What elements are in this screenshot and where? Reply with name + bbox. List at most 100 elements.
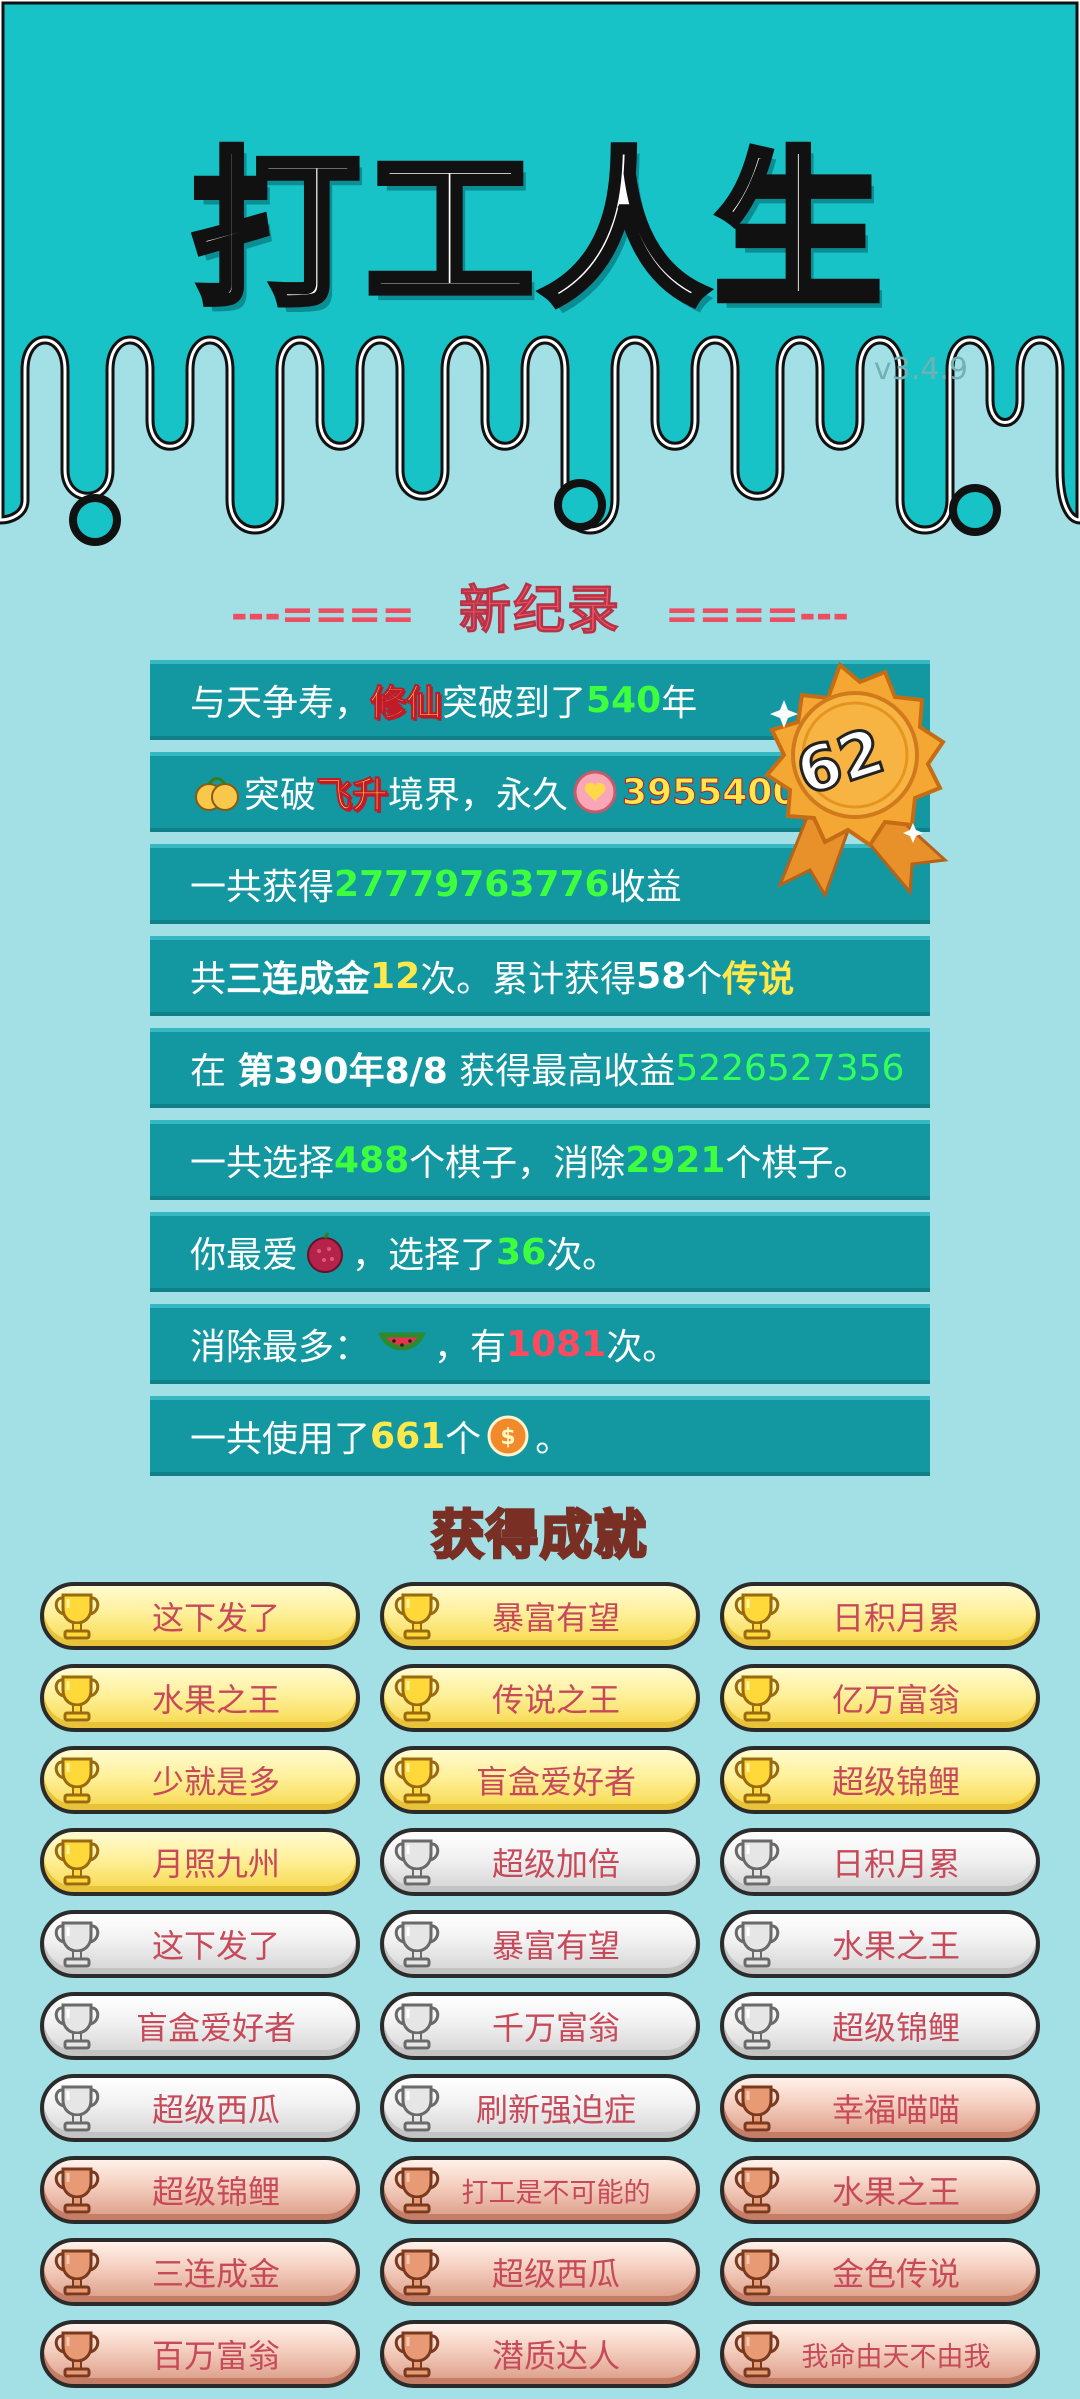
achievement-grid: 这下发了 暴富有望 日积月累 水果之王 传说之王 亿万富翁 少就是多 盲盒爱好者 超级锦鲤 月照九… [40, 1582, 1040, 2388]
achievement-badge[interactable]: 超级锦鲤 [720, 1992, 1040, 2060]
record-value: 488 [334, 1139, 410, 1181]
app-title: 打工人生 [189, 130, 888, 333]
achievement-badge[interactable]: 盲盒爱好者 [380, 1746, 700, 1814]
achievement-badge[interactable]: 传说之王 [380, 1664, 700, 1732]
record-text: ，选择了 [352, 1235, 497, 1276]
record-text: 共 [190, 959, 227, 1000]
achievement-badge[interactable]: 超级西瓜 [40, 2074, 360, 2142]
achievement-badge[interactable]: 日积月累 [720, 1828, 1040, 1896]
achievement-badge[interactable]: 金色传说 [720, 2238, 1040, 2306]
trophy-icon [394, 1757, 440, 1804]
record-value: 36 [496, 1231, 547, 1273]
achievements-heading: 获得成就 [430, 1505, 648, 1568]
record-value: 58 [636, 955, 687, 997]
trophy-icon [54, 2167, 100, 2214]
achievement-badge[interactable]: 日积月累 [720, 1582, 1040, 1650]
trophy-icon [54, 1675, 100, 1722]
record-value: 2921 [625, 1139, 726, 1181]
trophy-icon [394, 1675, 440, 1722]
record-text: 在 [190, 1051, 238, 1092]
trophy-icon [54, 1839, 100, 1886]
achievement-badge[interactable]: 超级西瓜 [380, 2238, 700, 2306]
trophy-icon [54, 2003, 100, 2050]
svg-text:$: $ [501, 1425, 516, 1450]
achievement-badge[interactable]: 超级锦鲤 [720, 1746, 1040, 1814]
record-value: 661 [370, 1415, 446, 1457]
achievement-badge[interactable]: 水果之王 [720, 1910, 1040, 1978]
trophy-icon [394, 2085, 440, 2132]
record-text: 一共获得 [190, 867, 335, 908]
record-row-pieces: 一共选择 488 个棋子，消除 2921 个棋子。 [150, 1120, 930, 1200]
record-text: 与天争寿， [190, 683, 371, 724]
achievement-badge[interactable]: 刷新强迫症 [380, 2074, 700, 2142]
record-highlight: 三连成金 [226, 959, 371, 1000]
trophy-icon [54, 2085, 100, 2132]
achievement-badge[interactable]: 打工是不可能的 [380, 2156, 700, 2224]
achievement-badge[interactable]: 这下发了 [40, 1582, 360, 1650]
achievement-badge[interactable]: 我命由天不由我 [720, 2320, 1040, 2388]
record-value: 5226527356 [675, 1047, 905, 1089]
trophy-icon [734, 1757, 780, 1804]
trophy-icon [394, 2249, 440, 2296]
trophy-icon [394, 2331, 440, 2378]
achievement-badge[interactable]: 潜质达人 [380, 2320, 700, 2388]
achievement-badge[interactable]: 水果之王 [40, 1664, 360, 1732]
golden-fruit-icon [195, 777, 239, 811]
record-row-best-income: 在 第390年8/8 获得最高收益 5226527356 [150, 1028, 930, 1108]
new-record-heading: ---==== 新纪录 ====--- [0, 568, 1080, 643]
heading-dashes-left: ---==== [231, 592, 415, 638]
trophy-icon [54, 2249, 100, 2296]
record-text: 个棋子。 [725, 1143, 870, 1184]
record-row-favorite: 你最爱 ，选择了 36 次。 [150, 1212, 930, 1292]
achievement-badge[interactable]: 水果之王 [720, 2156, 1040, 2224]
record-text: 突破到了 [442, 683, 587, 724]
lychee-icon [307, 1232, 344, 1273]
record-value: 12 [370, 955, 421, 997]
achievement-badge[interactable]: 超级加倍 [380, 1828, 700, 1896]
watermelon-icon [378, 1332, 426, 1351]
trophy-icon [54, 1757, 100, 1804]
record-text: 收益 [609, 867, 682, 908]
record-text: 。 [535, 1419, 572, 1460]
achievement-badge[interactable]: 幸福喵喵 [720, 2074, 1040, 2142]
record-text: 次。累计获得 [420, 959, 637, 1000]
record-text: 你最爱 [190, 1235, 299, 1276]
achievement-badge[interactable]: 盲盒爱好者 [40, 1992, 360, 2060]
record-value: 540 [586, 679, 662, 721]
record-row-triple-gold: 共 三连成金 12 次。累计获得 58 个 传说 [150, 936, 930, 1016]
record-value: 27779763776 [334, 863, 610, 905]
heart-coin-icon [573, 770, 617, 814]
achievement-badge[interactable]: 暴富有望 [380, 1582, 700, 1650]
trophy-icon [394, 1921, 440, 1968]
record-text: 个 [445, 1419, 482, 1460]
record-row-most-cleared: 消除最多： ，有 1081 次。 [150, 1304, 930, 1384]
coin-icon: $ [487, 1415, 529, 1457]
heading-dashes-right: ====--- [665, 592, 849, 638]
achievement-badge[interactable]: 少就是多 [40, 1746, 360, 1814]
trophy-icon [54, 2331, 100, 2378]
trophy-icon [734, 1593, 780, 1640]
trophy-icon [734, 2003, 780, 2050]
achievement-badge[interactable]: 千万富翁 [380, 1992, 700, 2060]
record-tag: 修仙 [370, 683, 443, 725]
record-value: 1081 [506, 1323, 607, 1365]
record-text: 年 [661, 683, 698, 724]
record-text: 突破 [244, 775, 317, 816]
trophy-icon [394, 2003, 440, 2050]
achievement-badge[interactable]: 这下发了 [40, 1910, 360, 1978]
record-highlight: 第390年8/8 [237, 1051, 448, 1092]
record-text: 获得最高收益 [447, 1051, 676, 1092]
trophy-icon [734, 1921, 780, 1968]
trophy-icon [734, 1675, 780, 1722]
achievement-badge[interactable]: 亿万富翁 [720, 1664, 1040, 1732]
record-text: 个棋子，消除 [409, 1143, 626, 1184]
achievement-badge[interactable]: 百万富翁 [40, 2320, 360, 2388]
version-label: v3.4.9 [873, 352, 968, 387]
trophy-icon [394, 1839, 440, 1886]
achievement-badge[interactable]: 三连成金 [40, 2238, 360, 2306]
achievement-badge[interactable]: 月照九州 [40, 1828, 360, 1896]
trophy-icon [394, 2167, 440, 2214]
achievement-badge[interactable]: 超级锦鲤 [40, 2156, 360, 2224]
record-text: 一共选择 [190, 1143, 335, 1184]
achievement-badge[interactable]: 暴富有望 [380, 1910, 700, 1978]
